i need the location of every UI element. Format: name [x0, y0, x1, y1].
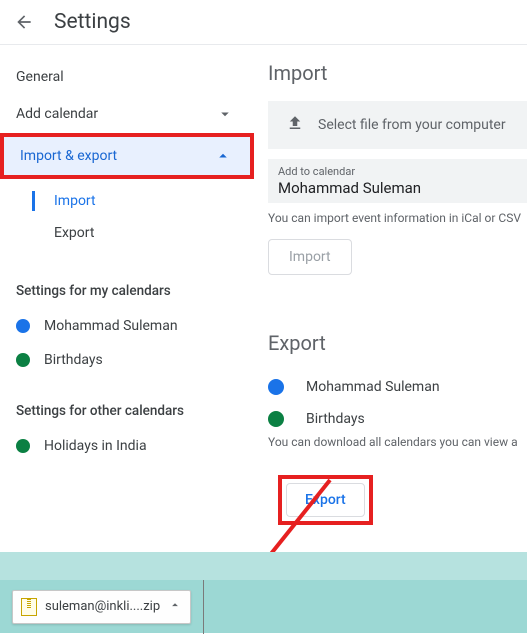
calendar-color-dot	[16, 439, 30, 453]
import-hint: You can import event information in iCal…	[268, 211, 527, 225]
calendar-color-dot	[268, 379, 284, 395]
chevron-up-icon	[168, 598, 182, 616]
my-calendar-item-1[interactable]: Birthdays	[14, 343, 248, 377]
other-calendar-item-0[interactable]: Holidays in India	[14, 429, 248, 463]
sidebar-item-import-export[interactable]: Import & export	[4, 137, 250, 175]
add-to-calendar-value: Mohammad Suleman	[278, 178, 517, 197]
annotation-highlight-export-button: Export	[278, 475, 373, 525]
zip-file-icon	[21, 598, 37, 616]
chevron-down-icon	[216, 105, 234, 123]
calendar-name: Birthdays	[44, 352, 103, 368]
back-button[interactable]	[12, 10, 36, 34]
export-calendar-item-0: Mohammad Suleman	[268, 371, 527, 403]
export-button-label: Export	[305, 492, 346, 508]
import-button[interactable]: Import	[268, 239, 352, 275]
sidebar-label-import-export: Import & export	[20, 148, 117, 164]
sidebar-label-add-calendar: Add calendar	[16, 106, 98, 122]
section-other-calendars: Settings for other calendars	[14, 377, 248, 429]
calendar-name: Mohammad Suleman	[44, 318, 178, 334]
calendar-color-dot	[268, 411, 284, 427]
sidebar-item-general[interactable]: General	[14, 59, 248, 95]
annotation-highlight-import-export: Import & export	[0, 133, 254, 179]
arrow-back-icon	[14, 12, 34, 32]
sidebar-sublabel-export: Export	[54, 225, 94, 241]
export-calendar-name: Mohammad Suleman	[306, 379, 440, 395]
calendar-color-dot	[16, 353, 30, 367]
download-bar: suleman@inkli....zip	[0, 578, 527, 633]
export-calendar-item-1: Birthdays	[268, 403, 527, 435]
import-heading: Import	[268, 61, 527, 85]
sidebar: General Add calendar Import & export Imp…	[0, 59, 248, 525]
page-title: Settings	[54, 10, 131, 34]
select-file-label: Select file from your computer	[318, 117, 506, 133]
import-button-label: Import	[289, 249, 331, 265]
sidebar-subitem-export[interactable]: Export	[14, 217, 248, 249]
export-button[interactable]: Export	[286, 483, 365, 517]
sidebar-subitem-import[interactable]: Import	[14, 185, 248, 217]
add-to-calendar-label: Add to calendar	[278, 165, 517, 178]
add-to-calendar-field[interactable]: Add to calendar Mohammad Suleman	[268, 159, 527, 203]
export-heading: Export	[268, 331, 527, 355]
sidebar-label-general: General	[16, 69, 64, 85]
main-panel: Import Select file from your computer Ad…	[248, 59, 527, 525]
download-chip[interactable]: suleman@inkli....zip	[12, 590, 191, 624]
chevron-up-icon	[214, 147, 232, 165]
sidebar-item-add-calendar[interactable]: Add calendar	[14, 95, 248, 133]
calendar-color-dot	[16, 319, 30, 333]
divider	[203, 580, 204, 634]
sidebar-sublabel-import: Import	[54, 193, 96, 209]
export-hint: You can download all calendars you can v…	[268, 435, 527, 449]
download-filename: suleman@inkli....zip	[45, 599, 160, 614]
section-my-calendars: Settings for my calendars	[14, 257, 248, 309]
upload-icon	[286, 114, 304, 136]
select-file-button[interactable]: Select file from your computer	[268, 101, 527, 149]
calendar-name: Holidays in India	[44, 438, 147, 454]
export-calendar-name: Birthdays	[306, 411, 365, 427]
my-calendar-item-0[interactable]: Mohammad Suleman	[14, 309, 248, 343]
